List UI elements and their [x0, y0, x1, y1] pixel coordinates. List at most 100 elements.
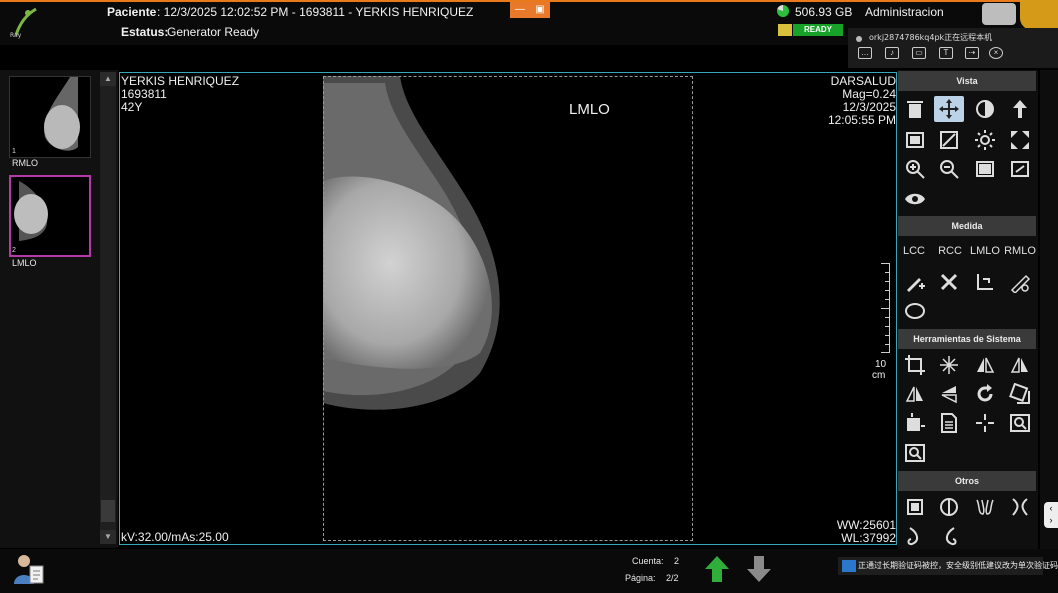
- svg-text:Ray: Ray: [10, 32, 22, 39]
- zoom-out-icon[interactable]: [934, 156, 964, 182]
- frame-icon[interactable]: [900, 127, 930, 153]
- microphone-icon[interactable]: ♪: [885, 47, 899, 59]
- power-icon[interactable]: [1020, 0, 1058, 30]
- generator-icon: [778, 24, 792, 36]
- screen-share-icon[interactable]: ▭: [912, 47, 926, 59]
- remote-security-notification: 正通过长期验证码被控，安全级别低建议改为单次验证码: [838, 557, 1058, 575]
- section-medida: Medida: [898, 216, 1036, 236]
- flip-horizontal-icon[interactable]: [970, 352, 1000, 378]
- draw-annotation-icon[interactable]: [900, 269, 930, 295]
- overlay-window-level: WL:37992: [841, 531, 896, 545]
- status-label: Estatus:: [121, 25, 169, 39]
- thumbnail-rmlo[interactable]: [9, 76, 91, 158]
- page-label: Página:: [625, 573, 656, 583]
- ruler-tool-icon[interactable]: [1005, 269, 1035, 295]
- overlay-time: 12:05:55 PM: [827, 113, 896, 127]
- measure-lcc-button[interactable]: LCC: [897, 245, 931, 257]
- clear-measure-icon[interactable]: [934, 269, 964, 295]
- zoom-in-icon[interactable]: [900, 156, 930, 182]
- scrollbar-thumb[interactable]: [101, 500, 115, 522]
- crosshair-icon[interactable]: [970, 410, 1000, 436]
- fullscreen-icon[interactable]: [1005, 156, 1035, 182]
- view-position-label: LMLO: [569, 101, 610, 118]
- magnifier-box-icon[interactable]: [1005, 410, 1035, 436]
- text-icon[interactable]: T: [939, 47, 953, 59]
- close-remote-icon[interactable]: ×: [989, 47, 1003, 59]
- measure-rcc-button[interactable]: RCC: [933, 245, 967, 257]
- roi-icon[interactable]: [900, 410, 930, 436]
- thumbnail-lmlo[interactable]: [9, 175, 91, 257]
- ruler-unit: cm: [872, 370, 886, 381]
- angle-icon[interactable]: [970, 269, 1000, 295]
- side-collapse-tab[interactable]: ‹ ›: [1044, 502, 1058, 528]
- image-viewer[interactable]: YERKIS HENRIQUEZ 1693811 42Y DARSALUD Ma…: [119, 72, 897, 545]
- rotate-icon[interactable]: [970, 381, 1000, 407]
- right-breast-icon[interactable]: [934, 523, 964, 549]
- rmlo-preview-image: [44, 77, 80, 151]
- measure-lmlo-button[interactable]: LMLO: [968, 245, 1002, 257]
- next-image-arrow-icon[interactable]: [746, 555, 772, 583]
- remote-status-dot: [856, 36, 862, 42]
- section-vista: Vista: [898, 71, 1036, 91]
- measure-rmlo-button[interactable]: RMLO: [1003, 245, 1037, 257]
- arrow-up-icon[interactable]: [1005, 96, 1035, 122]
- scroll-up-icon[interactable]: ▲: [100, 72, 116, 86]
- worklist-doctor-icon[interactable]: [12, 552, 46, 586]
- window-restore-icon[interactable]: ▣: [530, 2, 550, 18]
- count-label: Cuenta:: [632, 556, 664, 566]
- disk-usage-icon: [777, 5, 789, 17]
- monitor-icon: [842, 560, 856, 572]
- breast-outline-icon[interactable]: [1005, 494, 1035, 520]
- thumbnail-number: 2: [12, 247, 16, 254]
- disk-space: 506.93 GB: [795, 5, 853, 19]
- mirror-icon[interactable]: [1005, 352, 1035, 378]
- actual-size-icon[interactable]: [970, 156, 1000, 182]
- window-minimize-icon[interactable]: —: [510, 2, 530, 18]
- patient-label: Paciente: [107, 5, 157, 19]
- search-image-icon[interactable]: [900, 440, 930, 466]
- crop-icon[interactable]: [900, 352, 930, 378]
- split-circle-icon[interactable]: [934, 494, 964, 520]
- capture-icon[interactable]: [900, 494, 930, 520]
- eye-icon[interactable]: [900, 186, 930, 212]
- remote-message: orkj2874786kq4pk正在远程本机: [869, 33, 993, 42]
- chat-icon[interactable]: …: [858, 47, 872, 59]
- previous-image-arrow-icon[interactable]: [704, 555, 730, 583]
- contrast-icon[interactable]: [970, 96, 1000, 122]
- thumbnail-number: 1: [12, 148, 16, 155]
- app-logo: Ray: [10, 7, 37, 39]
- overlay-exposure: kV:32.00/mAs:25.00: [121, 530, 229, 544]
- flip-left-icon[interactable]: [900, 381, 930, 407]
- lmlo-preview-image: [14, 181, 48, 241]
- status-value: Generator Ready: [167, 25, 260, 39]
- brightness-icon[interactable]: [970, 127, 1000, 153]
- user-name: Administracion: [865, 5, 944, 19]
- window-level-icon[interactable]: [934, 127, 964, 153]
- sparkle-icon[interactable]: [934, 352, 964, 378]
- patient-info: : 12/3/2025 12:02:52 PM - 1693811 - YERK…: [157, 5, 474, 19]
- folder-transfer-icon[interactable]: ⇢: [965, 47, 979, 59]
- panel-edge-scrollbar[interactable]: [1040, 70, 1058, 550]
- section-otros: Otros: [898, 471, 1036, 491]
- delete-icon[interactable]: [900, 96, 930, 122]
- section-herramientas: Herramientas de Sistema: [898, 329, 1036, 349]
- thumbnail-label: LMLO: [12, 258, 37, 268]
- breast-pair-icon[interactable]: [970, 494, 1000, 520]
- overlay-patient-age: 42Y: [121, 100, 143, 114]
- fit-icon[interactable]: [1005, 127, 1035, 153]
- camera-icon[interactable]: [982, 3, 1016, 25]
- scroll-down-icon[interactable]: ▼: [100, 530, 116, 544]
- scale-ruler: [881, 263, 890, 353]
- collimation-box[interactable]: [323, 76, 693, 541]
- ready-badge: READY: [793, 24, 843, 36]
- left-breast-icon[interactable]: [900, 523, 930, 549]
- thumbnail-scrollbar[interactable]: [100, 72, 116, 544]
- flip-vertical-icon[interactable]: [934, 381, 964, 407]
- pan-icon[interactable]: [934, 96, 964, 122]
- thumbnail-label: RMLO: [12, 158, 39, 168]
- count-value: 2: [674, 556, 680, 566]
- report-icon[interactable]: [934, 410, 964, 436]
- ellipse-icon[interactable]: [900, 298, 930, 324]
- page-value: 2/2: [666, 573, 679, 583]
- rotate-square-icon[interactable]: [1005, 381, 1035, 407]
